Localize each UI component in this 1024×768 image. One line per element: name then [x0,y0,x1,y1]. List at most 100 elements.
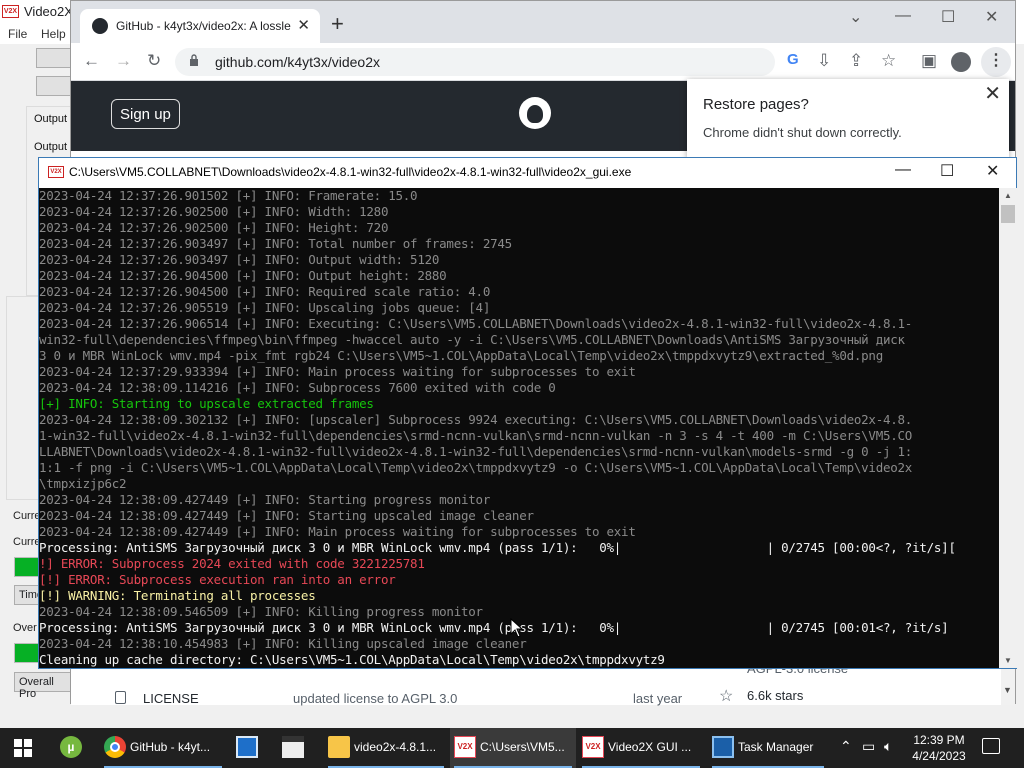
console-line: 2023-04-24 12:38:09.427449 [+] INFO: Mai… [39,524,636,539]
output-label: Output [34,141,68,153]
video2x-input-box[interactable] [36,48,74,68]
minimize-icon[interactable]: — [895,161,911,179]
tab-title: GitHub - k4yt3x/video2x: A lossle [116,19,291,33]
restore-close-icon[interactable]: ✕ [984,81,1001,106]
chevron-up-icon[interactable]: ⌃ [840,738,852,755]
video2x-icon: V2X [454,736,476,758]
console-line: 2023-04-24 12:38:09.114216 [+] INFO: Sub… [39,380,556,395]
console-line: 2023-04-24 12:37:26.903497 [+] INFO: Tot… [39,236,512,251]
tab-close-icon[interactable]: ✕ [297,16,310,34]
console-line: !] ERROR: Subprocess 2024 exited with co… [39,556,425,571]
video2x-input-box[interactable] [36,76,74,96]
system-clock[interactable]: 12:39 PM 4/24/2023 [904,732,974,764]
clock-date: 4/24/2023 [912,749,966,763]
taskbar: µ GitHub - k4yt... video2x-4.8.1... V2X … [0,728,1024,768]
star-icon: ☆ [719,688,734,705]
taskbar-console[interactable]: V2X C:\Users\VM5... [450,728,576,768]
close-icon[interactable]: ✕ [985,7,998,27]
maximize-icon[interactable]: ☐ [940,161,954,181]
minimize-icon[interactable]: — [895,7,911,25]
video2x-title: Video2X [24,4,73,19]
console-line: 2023-04-24 12:37:26.906514 [+] INFO: Exe… [39,316,913,331]
restore-pages-popup: Restore pages? Chrome didn't shut down c… [687,79,1009,159]
scroll-down-icon[interactable]: ▼ [1004,656,1012,665]
task-manager-icon [712,736,734,758]
tab-github[interactable]: GitHub - k4yt3x/video2x: A lossle ✕ [80,9,320,43]
console-line: LLABNET\Downloads\video2x-4.8.1-win32-fu… [39,444,913,459]
current-label: Curre [13,510,41,522]
share-icon[interactable]: ⇪ [849,51,863,71]
taskbar-clapper[interactable] [278,728,314,768]
taskbar-utorrent[interactable]: µ [56,728,92,768]
console-window: V2X C:\Users\VM5.COLLABNET\Downloads\vid… [38,157,1017,669]
taskbar-news[interactable] [232,728,268,768]
console-line: 2023-04-24 12:37:26.902500 [+] INFO: Wid… [39,204,389,219]
console-line: 1:1 -f png -i C:\Users\VM5~1.COL\AppData… [39,460,913,475]
console-line: 2023-04-24 12:38:09.427449 [+] INFO: Sta… [39,508,534,523]
google-lens-icon[interactable]: G [787,51,799,68]
scroll-down-icon[interactable]: ▼ [1003,685,1012,695]
stars-link[interactable]: 6.6k stars [747,688,803,703]
taskbar-explorer[interactable]: video2x-4.8.1... [324,728,448,768]
address-bar[interactable]: github.com/k4yt3x/video2x [175,48,775,76]
github-favicon-icon [92,18,108,34]
volume-icon[interactable]: 🔈︎ [884,738,892,755]
commit-message-link[interactable]: updated license to AGPL 3.0 [293,691,457,706]
overall-label: Over [13,622,37,634]
side-panel-icon[interactable]: ▣ [921,51,937,71]
console-output[interactable]: 2023-04-24 12:37:26.901502 [+] INFO: Fra… [39,188,999,668]
console-line: 3 0 и MBR WinLock wmv.mp4 -pix_fmt rgb24… [39,348,883,363]
console-line: \tmpxizjp6c2 [39,476,127,491]
taskbar-task-manager[interactable]: Task Manager [708,728,828,768]
notification-icon[interactable] [982,738,1000,754]
chrome-toolbar: ← → ↻ github.com/k4yt3x/video2x G ⇩ ⇪ ☆ … [71,43,1015,81]
profile-avatar-icon[interactable] [951,52,971,72]
taskbar-chrome[interactable]: GitHub - k4yt... [100,728,226,768]
chrome-menu-icon[interactable]: ⋮ [981,47,1011,77]
windows-start-icon[interactable] [14,739,32,757]
console-line: [!] ERROR: Subprocess execution ran into… [39,572,396,587]
overall-progress-button[interactable]: Overall Pro [14,672,74,700]
scroll-up-icon[interactable]: ▲ [1004,191,1012,200]
github-logo-icon[interactable] [519,97,551,129]
taskbar-label: video2x-4.8.1... [354,740,437,754]
close-icon[interactable]: ✕ [986,161,999,181]
reload-icon[interactable]: ↻ [147,51,161,71]
new-tab-icon[interactable]: + [331,13,344,35]
install-app-icon[interactable]: ⇩ [817,51,831,71]
menu-help[interactable]: Help [41,27,66,41]
console-titlebar: V2X C:\Users\VM5.COLLABNET\Downloads\vid… [39,158,1016,188]
console-scrollbar[interactable]: ▲ ▼ [999,188,1017,668]
network-icon[interactable]: ▭ [862,738,875,755]
tab-search-chevron-icon[interactable]: ⌄ [849,7,862,27]
console-line: 2023-04-24 12:37:26.904500 [+] INFO: Out… [39,268,447,283]
forward-icon[interactable]: → [115,51,132,71]
restore-message: Chrome didn't shut down correctly. [703,125,902,140]
maximize-icon[interactable]: ☐ [941,7,955,27]
signup-button[interactable]: Sign up [111,99,180,129]
console-line: [!] WARNING: Terminating all processes [39,588,316,603]
url-text: github.com/k4yt3x/video2x [215,54,380,70]
console-line: 2023-04-24 12:37:26.905519 [+] INFO: Ups… [39,300,491,315]
console-line: 2023-04-24 12:38:09.302132 [+] INFO: [up… [39,412,913,427]
console-line: 1-win32-full\video2x-4.8.1-win32-full\de… [39,428,913,443]
console-line: 2023-04-24 12:37:26.901502 [+] INFO: Fra… [39,188,418,203]
news-icon [236,736,258,758]
console-line: 2023-04-24 12:37:26.903497 [+] INFO: Out… [39,252,440,267]
clapper-icon [282,736,304,758]
taskbar-video2x-gui[interactable]: V2X Video2X GUI ... [578,728,704,768]
taskbar-label: Task Manager [738,740,814,754]
menu-file[interactable]: File [8,27,27,41]
console-line: 2023-04-24 12:37:29.933394 [+] INFO: Mai… [39,364,636,379]
console-line: Processing: AntiSMS Загрузочный диск 3 0… [39,540,956,555]
clock-time: 12:39 PM [913,733,965,747]
file-icon [115,691,126,704]
lock-icon [190,54,198,66]
console-line: win32-full\dependencies\ffmpeg\bin\ffmpe… [39,332,905,347]
bookmark-star-icon[interactable]: ☆ [881,51,896,71]
console-line: 2023-04-24 12:37:26.904500 [+] INFO: Req… [39,284,491,299]
chrome-icon [104,736,126,758]
file-name-link[interactable]: LICENSE [143,691,199,706]
back-icon[interactable]: ← [83,51,100,71]
scroll-thumb[interactable] [1001,205,1015,223]
